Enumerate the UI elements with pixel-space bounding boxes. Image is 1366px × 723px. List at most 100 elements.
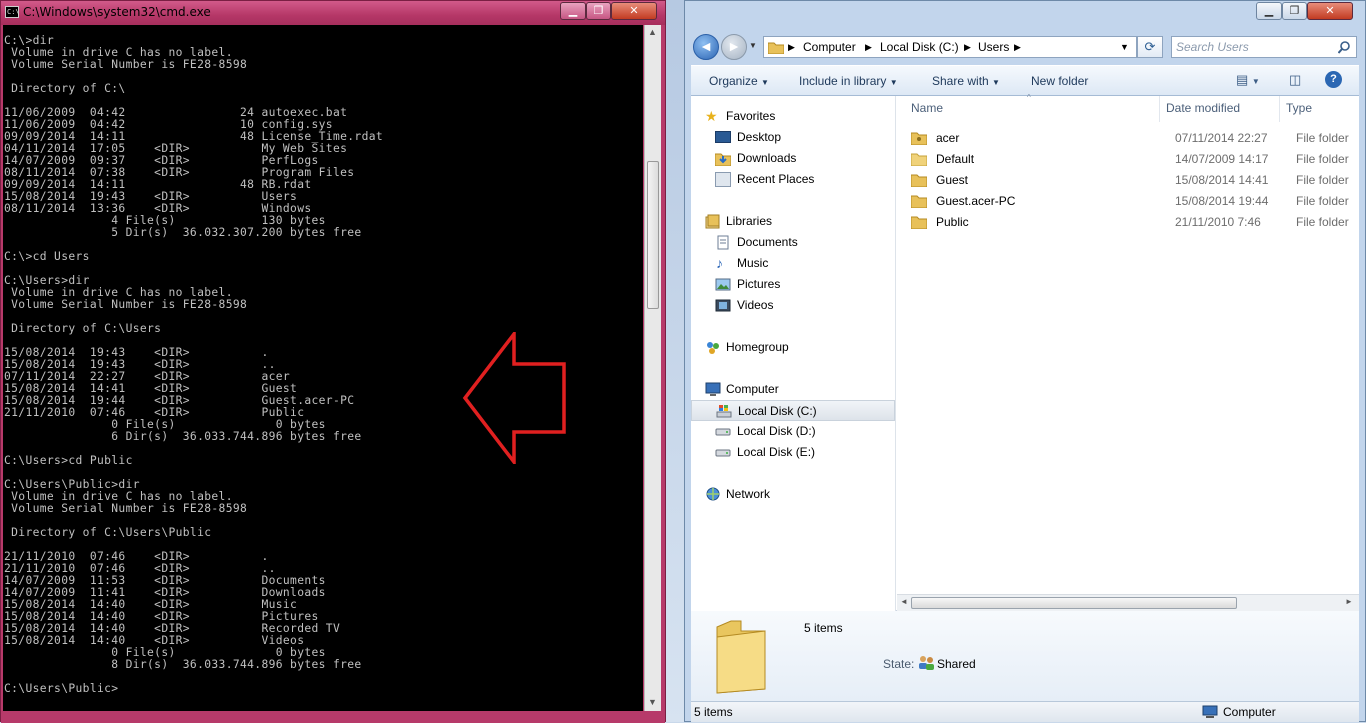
user-folder-icon [911, 132, 927, 145]
nav-desktop[interactable]: Desktop [691, 127, 895, 148]
drive-icon [715, 449, 731, 457]
close-button[interactable]: ✕ [611, 2, 657, 20]
nav-local-disk-e[interactable]: Local Disk (E:) [691, 442, 895, 463]
file-row[interactable]: Guest 15/08/2014 14:41 File folder [911, 170, 1361, 191]
breadcrumb-users[interactable]: Users [978, 37, 1009, 57]
explorer-close-button[interactable]: ✕ [1307, 2, 1353, 20]
scroll-left-icon[interactable]: ◄ [900, 597, 908, 606]
network-icon [706, 487, 720, 501]
breadcrumb-local-disk[interactable]: Local Disk (C:) [880, 37, 959, 57]
search-icon[interactable] [1338, 41, 1351, 54]
file-list-pane[interactable]: ^ Name Date modified Type acer 07/11/201… [897, 93, 1361, 611]
column-header-name[interactable]: Name [911, 101, 943, 115]
horizontal-scrollbar[interactable]: ◄ ► [897, 594, 1359, 611]
nav-libraries-label: Libraries [726, 214, 773, 228]
breadcrumb-computer[interactable]: Computer [803, 37, 856, 57]
column-divider[interactable] [1279, 96, 1280, 122]
explorer-maximize-button[interactable]: ❐ [1282, 2, 1307, 20]
nav-libraries[interactable]: Libraries [691, 211, 895, 232]
nav-disk-d-label: Local Disk (D:) [737, 424, 816, 438]
file-name: Guest.acer-PC [936, 194, 1016, 208]
console-scrollbar[interactable]: ▲ ▼ [644, 25, 661, 711]
nav-videos[interactable]: Videos [691, 295, 895, 316]
nav-downloads-label: Downloads [737, 151, 797, 165]
nav-homegroup[interactable]: Homegroup [691, 337, 895, 358]
new-folder-button[interactable]: New folder [1031, 74, 1088, 88]
help-icon[interactable]: ? [1325, 71, 1342, 88]
file-name: Default [936, 152, 975, 166]
file-row[interactable]: Public 21/11/2010 7:46 File folder [911, 212, 1361, 233]
nav-network[interactable]: Network [691, 484, 895, 505]
refresh-button[interactable]: ⟳ [1137, 36, 1163, 58]
file-name: acer [936, 131, 960, 145]
downloads-icon [715, 153, 731, 166]
folder-icon [911, 216, 927, 229]
share-with-button[interactable]: Share with ▼ [932, 74, 1000, 88]
column-divider[interactable] [1159, 96, 1160, 122]
file-row[interactable]: Guest.acer-PC 15/08/2014 19:44 File fold… [911, 191, 1361, 212]
file-row[interactable]: Default 14/07/2009 14:17 File folder [911, 149, 1361, 170]
nav-disk-c-label: Local Disk (C:) [738, 404, 817, 418]
file-name: Guest [936, 173, 969, 187]
preview-pane-icon[interactable]: ◫ [1289, 72, 1301, 88]
nav-documents[interactable]: Documents [691, 232, 895, 253]
file-type: File folder [1296, 215, 1349, 229]
organize-label: Organize [709, 74, 758, 88]
maximize-button[interactable]: ❐ [586, 2, 611, 20]
scroll-thumb[interactable] [911, 597, 1237, 609]
chevron-right-icon[interactable]: ▶ [964, 37, 971, 57]
scroll-right-icon[interactable]: ► [1345, 597, 1353, 606]
large-folder-icon [716, 620, 766, 694]
nav-downloads[interactable]: Downloads [691, 148, 895, 169]
nav-recent-places[interactable]: Recent Places [691, 169, 895, 190]
chevron-right-icon[interactable]: ▶ [865, 37, 872, 57]
explorer-titlebar[interactable]: ▁ ❐ ✕ [685, 1, 1365, 31]
nav-pictures[interactable]: Pictures [691, 274, 895, 295]
computer-icon [1202, 705, 1218, 718]
nav-local-disk-d[interactable]: Local Disk (D:) [691, 421, 895, 442]
back-button[interactable]: ◄ [693, 34, 719, 60]
details-item-count: 5 items [804, 621, 843, 635]
file-row[interactable]: acer 07/11/2014 22:27 File folder [911, 128, 1361, 149]
nav-computer-label: Computer [726, 382, 779, 396]
column-header-type[interactable]: Type [1286, 101, 1312, 115]
cmd-window-title: C:\Windows\system32\cmd.exe [23, 5, 211, 19]
scroll-thumb[interactable] [647, 161, 659, 309]
scroll-up-icon[interactable]: ▲ [648, 27, 657, 37]
cmd-titlebar[interactable]: C:\ C:\Windows\system32\cmd.exe ▁ ❐ ✕ [1, 1, 665, 25]
chevron-right-icon[interactable]: ▶ [788, 37, 795, 57]
share-label: Share with [932, 74, 989, 88]
computer-icon [705, 382, 721, 396]
chevron-right-icon[interactable]: ▶ [1014, 37, 1021, 57]
desktop-icon [715, 131, 731, 143]
explorer-window[interactable]: ▁ ❐ ✕ ◄ ► ▼ ▶ Computer ▶ Local Disk (C:)… [684, 0, 1366, 722]
nav-computer[interactable]: Computer [691, 379, 895, 400]
file-type: File folder [1296, 131, 1349, 145]
file-type: File folder [1296, 173, 1349, 187]
chevron-down-icon[interactable]: ▼ [1120, 37, 1129, 57]
recent-pages-icon[interactable]: ▼ [749, 41, 757, 50]
view-options-icon[interactable]: ▤ ▼ [1236, 72, 1260, 88]
include-in-library-button[interactable]: Include in library ▼ [799, 74, 898, 88]
nav-favorites[interactable]: ★ Favorites [691, 106, 895, 127]
nav-homegroup-label: Homegroup [726, 340, 789, 354]
search-input[interactable]: Search Users [1171, 36, 1357, 58]
explorer-minimize-button[interactable]: ▁ [1256, 2, 1282, 20]
navigation-pane[interactable]: ★ Favorites Desktop Downloads Recent Pla… [691, 96, 896, 611]
nav-favorites-label: Favorites [726, 109, 776, 123]
windows-drive-icon [716, 405, 732, 418]
forward-button[interactable]: ► [721, 34, 747, 60]
nav-local-disk-c[interactable]: Local Disk (C:) [691, 400, 895, 421]
minimize-button[interactable]: ▁ [560, 2, 586, 20]
libraries-icon [705, 214, 720, 229]
address-bar[interactable]: ▶ Computer ▶ Local Disk (C:) ▶ Users ▶ ▼ [763, 36, 1137, 58]
nav-network-label: Network [726, 487, 771, 501]
scroll-down-icon[interactable]: ▼ [648, 697, 657, 707]
nav-music[interactable]: ♪ Music [691, 253, 895, 274]
file-date: 15/08/2014 19:44 [1175, 194, 1269, 208]
explorer-navbar: ◄ ► ▼ ▶ Computer ▶ Local Disk (C:) ▶ Use… [685, 31, 1365, 65]
column-header-date[interactable]: Date modified [1166, 101, 1240, 115]
organize-button[interactable]: Organize ▼ [709, 74, 769, 88]
chevron-down-icon: ▼ [761, 78, 769, 87]
cmd-app-icon: C:\ [5, 6, 20, 18]
